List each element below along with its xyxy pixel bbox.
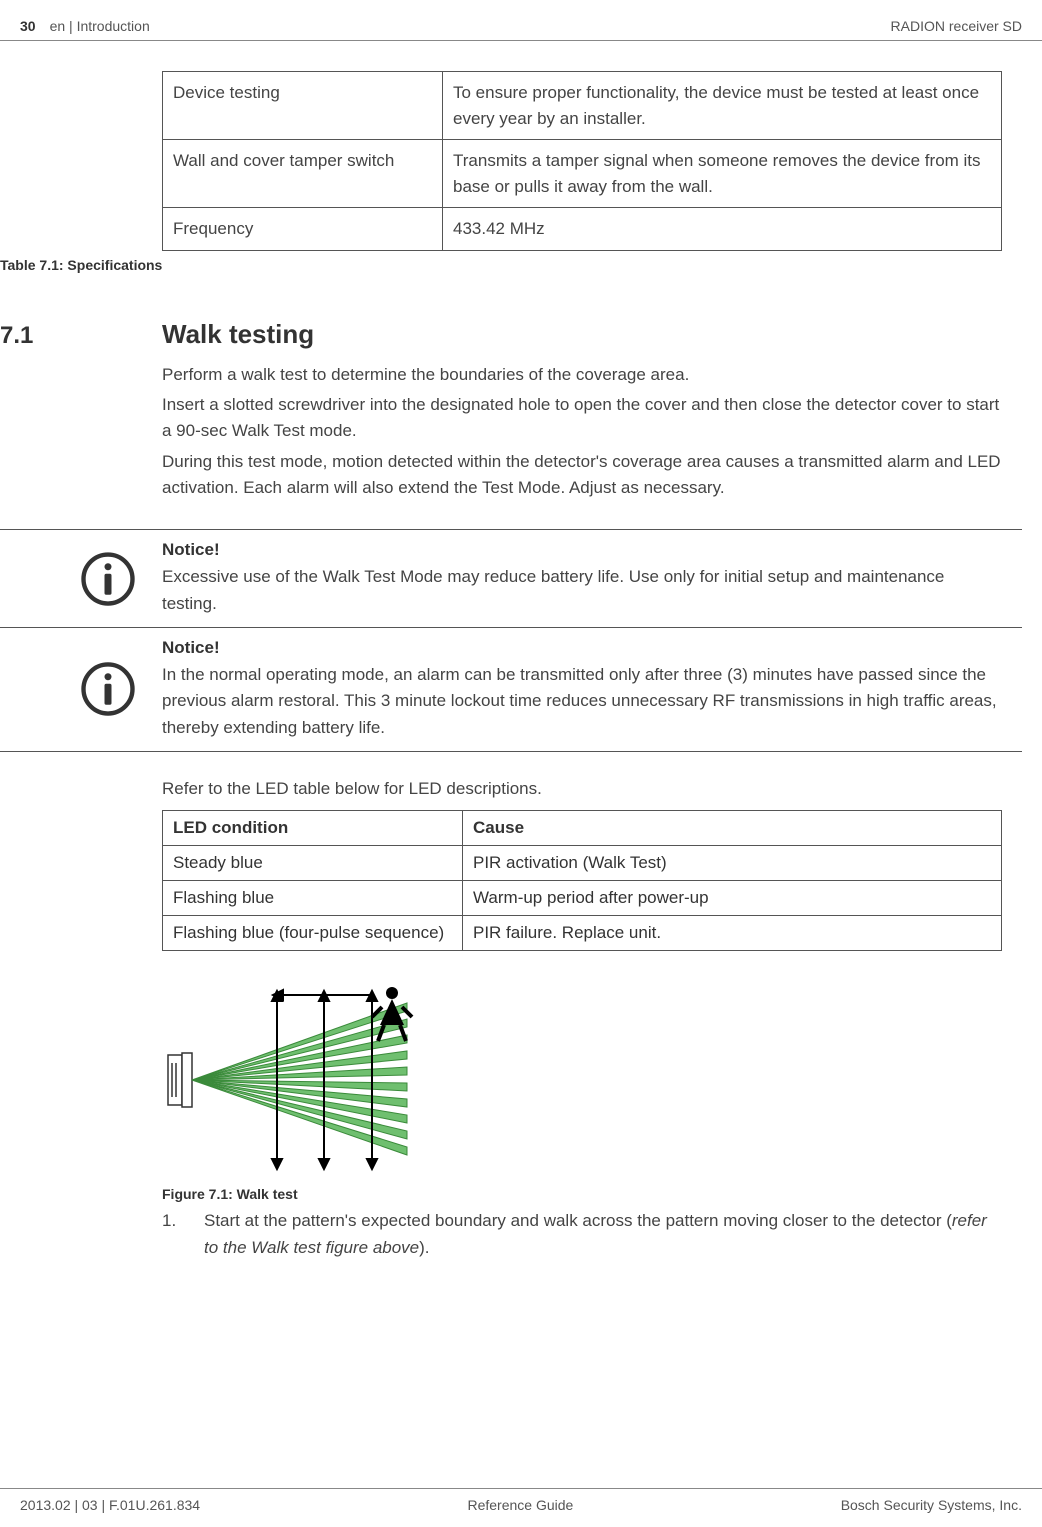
spec-value: 433.42 MHz [443,208,1002,251]
table-row: Frequency 433.42 MHz [163,208,1002,251]
notice-body: In the normal operating mode, an alarm c… [162,662,1002,741]
table-header-row: LED condition Cause [163,811,1002,846]
table-row: Device testing To ensure proper function… [163,72,1002,140]
table-row: Flashing blue Warm-up period after power… [163,881,1002,916]
product-name: RADION receiver SD [891,18,1022,34]
spec-value: To ensure proper functionality, the devi… [443,72,1002,140]
notice-block: Notice! Excessive use of the Walk Test M… [0,529,1022,628]
step-text: Start at the pattern's expected boundary… [204,1208,1002,1261]
led-cause: Warm-up period after power-up [463,881,1002,916]
numbered-step: 1. Start at the pattern's expected bound… [162,1208,1002,1261]
led-condition: Steady blue [163,846,463,881]
notice-block: Notice! In the normal operating mode, an… [0,628,1022,752]
footer-center: Reference Guide [467,1497,573,1513]
led-header-cause: Cause [463,811,1002,846]
table-row: Wall and cover tamper switch Transmits a… [163,140,1002,208]
page-number: 30 [20,18,36,34]
header-left: 30 en | Introduction [20,18,150,34]
figure-caption: Figure 7.1: Walk test [162,1186,1002,1202]
step-number: 1. [162,1208,186,1261]
info-icon [80,661,136,717]
led-intro-text: Refer to the LED table below for LED des… [162,776,1002,802]
figure-wrap: Figure 7.1: Walk test 1. Start at the pa… [162,985,1002,1261]
specifications-table: Device testing To ensure proper function… [162,71,1002,251]
led-cause: PIR failure. Replace unit. [463,916,1002,951]
footer-left: 2013.02 | 03 | F.01U.261.834 [20,1497,200,1513]
walk-test-figure [162,985,442,1175]
led-cause: PIR activation (Walk Test) [463,846,1002,881]
spec-label: Frequency [163,208,443,251]
notice-text: Notice! In the normal operating mode, an… [162,638,1002,741]
step-text-part: Start at the pattern's expected boundary… [204,1211,952,1230]
page-footer: 2013.02 | 03 | F.01U.261.834 Reference G… [0,1488,1042,1513]
spec-value: Transmits a tamper signal when someone r… [443,140,1002,208]
breadcrumb: en | Introduction [50,18,150,34]
section-number: 7.1 [0,322,162,350]
body-paragraph: Insert a slotted screwdriver into the de… [162,392,1002,445]
led-condition: Flashing blue [163,881,463,916]
spec-label: Device testing [163,72,443,140]
step-text-part: ). [419,1238,429,1257]
notice-text: Notice! Excessive use of the Walk Test M… [162,540,1002,617]
page-header: 30 en | Introduction RADION receiver SD [0,0,1042,41]
notice-body: Excessive use of the Walk Test Mode may … [162,564,1002,617]
info-icon [80,551,136,607]
notice-title: Notice! [162,638,1002,658]
spec-label: Wall and cover tamper switch [163,140,443,208]
body-paragraph: Perform a walk test to determine the bou… [162,362,1002,388]
led-table: LED condition Cause Steady blue PIR acti… [162,810,1002,951]
section-header-row: 7.1 Walk testing [0,319,1022,350]
led-header-condition: LED condition [163,811,463,846]
body-paragraph: During this test mode, motion detected w… [162,449,1002,502]
page-content: Device testing To ensure proper function… [0,71,1042,1261]
table-row: Steady blue PIR activation (Walk Test) [163,846,1002,881]
footer-right: Bosch Security Systems, Inc. [841,1497,1022,1513]
table-caption: Table 7.1: Specifications [0,257,1022,273]
led-condition: Flashing blue (four-pulse sequence) [163,916,463,951]
notice-title: Notice! [162,540,1002,560]
table-row: Flashing blue (four-pulse sequence) PIR … [163,916,1002,951]
section-title: Walk testing [162,319,314,350]
